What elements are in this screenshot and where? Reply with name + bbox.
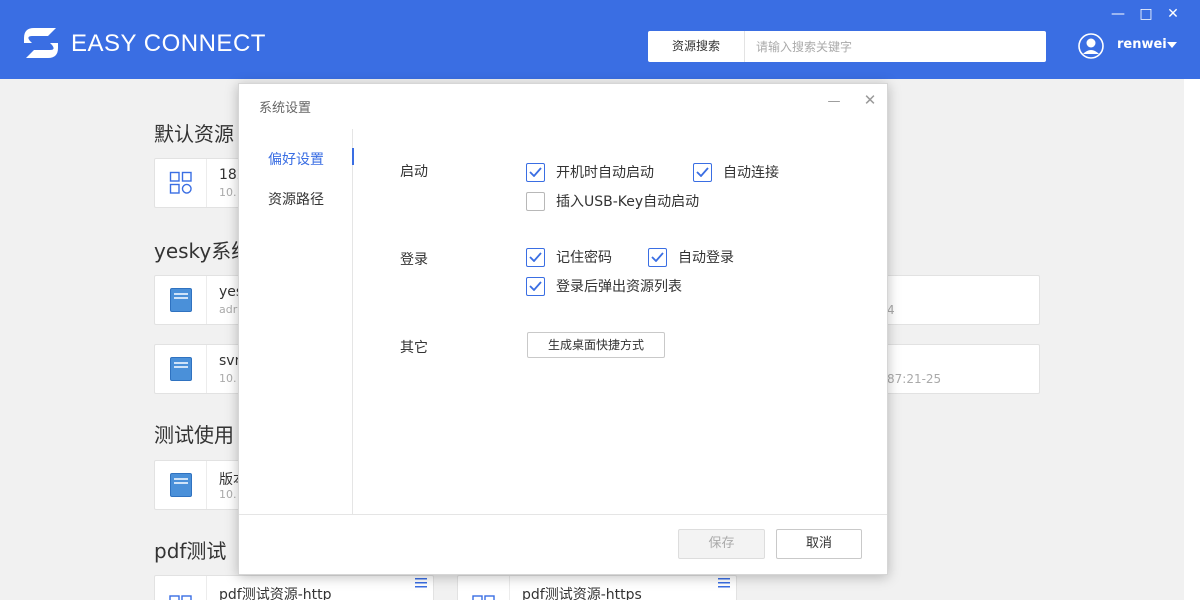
resource-file-icon: [169, 473, 192, 497]
checkbox-auto-connect[interactable]: 自动连接: [693, 162, 779, 182]
brand-name: EASY CONNECT: [71, 30, 266, 57]
checkbox-label: 登录后弹出资源列表: [556, 279, 682, 295]
username[interactable]: renwei: [1117, 37, 1167, 52]
nav-active-indicator: [352, 148, 354, 165]
dialog-minimize-button[interactable]: —: [827, 94, 841, 109]
resource-file-icon: [169, 288, 192, 312]
app-grid-icon: [471, 595, 495, 600]
resource-file-icon: [169, 357, 192, 381]
resource-card-address: 4: [887, 303, 895, 317]
group-label-login: 登录: [400, 252, 428, 268]
checkbox-remember-password[interactable]: 记住密码: [526, 247, 612, 267]
checkbox-checked-icon[interactable]: [693, 162, 712, 182]
nav-item-resource-path[interactable]: 资源路径: [268, 189, 324, 209]
checkbox-checked-icon[interactable]: [648, 247, 667, 267]
maximize-window-button[interactable]: □: [1136, 6, 1156, 22]
checkbox-usb-key-start[interactable]: 插入USB-Key自动启动: [526, 191, 699, 211]
group-label-other: 其它: [400, 340, 428, 356]
system-settings-dialog: 系统设置 — ✕ 偏好设置 资源路径 启动 开机时自动启动 自动连接 插入USB…: [238, 83, 888, 575]
checkbox-show-resource-list[interactable]: 登录后弹出资源列表: [526, 276, 682, 296]
user-avatar-icon[interactable]: [1078, 33, 1104, 59]
settings-nav: 偏好设置 资源路径: [239, 129, 353, 514]
group-label-startup: 启动: [400, 164, 428, 180]
section-title: 测试使用: [154, 423, 234, 447]
section-title: 默认资源: [154, 122, 234, 146]
user-menu-caret-icon[interactable]: [1167, 42, 1177, 48]
resource-card[interactable]: pdf测试资源-http: [154, 575, 434, 600]
close-window-button[interactable]: ✕: [1163, 6, 1183, 22]
checkbox-label: 自动登录: [678, 250, 734, 266]
scrollbar-track[interactable]: [1184, 79, 1200, 600]
resource-card[interactable]: pdf测试资源-https: [457, 575, 737, 600]
easyconnect-logo-icon: [24, 28, 58, 58]
checkbox-label: 开机时自动启动: [556, 165, 654, 181]
list-icon[interactable]: [718, 578, 730, 588]
checkbox-label: 自动连接: [723, 165, 779, 181]
checkbox-auto-login[interactable]: 自动登录: [648, 247, 734, 267]
app-grid-icon: [168, 595, 192, 600]
create-desktop-shortcut-button[interactable]: 生成桌面快捷方式: [527, 332, 665, 358]
search-input[interactable]: [745, 31, 1046, 62]
resource-search-box: 资源搜索: [648, 31, 1046, 62]
section-title: yesky系统: [154, 239, 252, 263]
resource-card-address: 87:21-25: [887, 372, 942, 386]
dialog-title: 系统设置: [259, 101, 312, 116]
checkbox-label: 记住密码: [556, 250, 612, 266]
checkbox-checked-icon[interactable]: [526, 276, 545, 296]
save-button[interactable]: 保存: [678, 529, 765, 559]
resource-card-title: pdf测试资源-https: [522, 587, 642, 600]
checkbox-checked-icon[interactable]: [526, 247, 545, 267]
cancel-button[interactable]: 取消: [776, 529, 862, 559]
search-category-label[interactable]: 资源搜索: [648, 31, 745, 62]
dialog-footer-divider: [239, 514, 887, 515]
resource-card-address: adr: [219, 303, 238, 316]
resource-card-address: 10.: [219, 488, 237, 501]
resource-card-address: 10.: [219, 186, 237, 199]
resource-card-address: 10.: [219, 372, 237, 385]
checkbox-unchecked-icon[interactable]: [526, 191, 545, 211]
checkbox-label: 插入USB-Key自动启动: [556, 194, 700, 210]
app-grid-icon: [169, 171, 192, 194]
section-title: pdf测试: [154, 539, 227, 563]
list-icon[interactable]: [415, 578, 427, 588]
resource-card-title: pdf测试资源-http: [219, 587, 332, 600]
checkbox-checked-icon[interactable]: [526, 162, 545, 182]
checkbox-auto-start[interactable]: 开机时自动启动: [526, 162, 654, 182]
dialog-close-button[interactable]: ✕: [863, 91, 877, 109]
nav-item-preferences[interactable]: 偏好设置: [268, 149, 324, 169]
minimize-window-button[interactable]: —: [1108, 6, 1128, 22]
app-header: EASY CONNECT — □ ✕ 资源搜索 renwei: [0, 0, 1200, 79]
